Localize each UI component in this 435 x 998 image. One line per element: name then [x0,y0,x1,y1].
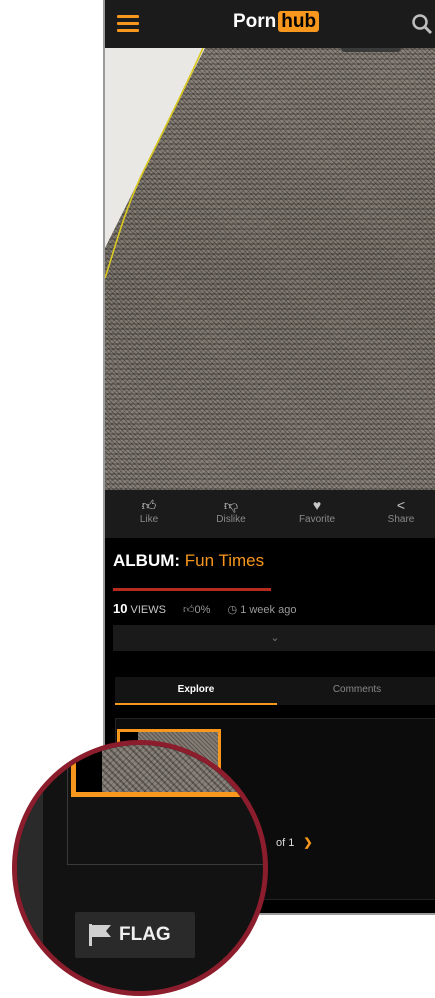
thumbs-up-small-icon: 👍︎ [183,604,195,616]
tab-bar: Explore Comments [115,677,435,705]
views-count: 10 [113,601,128,616]
dislike-label: Dislike [216,514,246,525]
thumbs-down-icon: 👎︎ [223,497,239,513]
expand-details-button[interactable]: ⌄ [113,625,435,651]
album-stats: 10 VIEWS 👍︎0% ◷ 1 week ago [113,601,296,616]
rating-bar [113,588,271,591]
tab-comments[interactable]: Comments [277,677,435,705]
flag-button[interactable]: FLAG [75,912,195,958]
magnified-sidebar [17,745,43,991]
album-photo[interactable] [105,48,435,490]
pagination: of 1 ❯ [276,836,313,849]
dislike-button[interactable]: 👎︎ Dislike [191,496,271,525]
logo-text-left: Porn [233,11,277,32]
thumbs-up-icon: 👍︎ [141,497,157,513]
tab-explore[interactable]: Explore [115,677,277,705]
photo-cable [105,48,204,279]
views-label: VIEWS [130,604,166,616]
top-bar: Porn hub [105,0,435,48]
album-prefix: ALBUM [113,551,175,570]
album-name[interactable]: Fun Times [185,551,264,570]
magnified-thumbnail-image [102,745,246,792]
site-logo[interactable]: Porn hub [233,11,320,33]
like-button[interactable]: 👍︎ Like [109,496,189,525]
search-icon[interactable] [411,13,433,35]
magnifier-callout: FLAG [12,740,268,996]
share-label: Share [387,514,415,525]
next-page-icon[interactable]: ❯ [303,837,312,849]
favorite-label: Favorite [298,514,336,525]
favorite-button[interactable]: ♥ Favorite [277,496,357,525]
flag-label: FLAG [119,924,171,945]
heart-icon: ♥ [312,497,322,513]
photo-handle [341,48,401,52]
logo-text-right: hub [278,11,320,32]
posted-time: 1 week ago [240,604,297,616]
clock-icon: ◷ [227,604,238,616]
rating-percent: 0% [194,604,211,616]
share-icon: < [396,497,406,513]
like-label: Like [139,514,159,525]
album-title: ALBUM: Fun Times [113,551,264,571]
share-button[interactable]: < Share [361,496,435,525]
chevron-down-icon: ⌄ [270,632,280,644]
flag-icon [89,924,111,946]
album-separator: : [174,551,185,570]
menu-icon[interactable] [117,15,139,33]
magnified-thumbnail [71,745,251,797]
action-bar: 👍︎ Like 👎︎ Dislike ♥ Favorite < Share [105,490,435,538]
page-count: of 1 [276,837,295,849]
